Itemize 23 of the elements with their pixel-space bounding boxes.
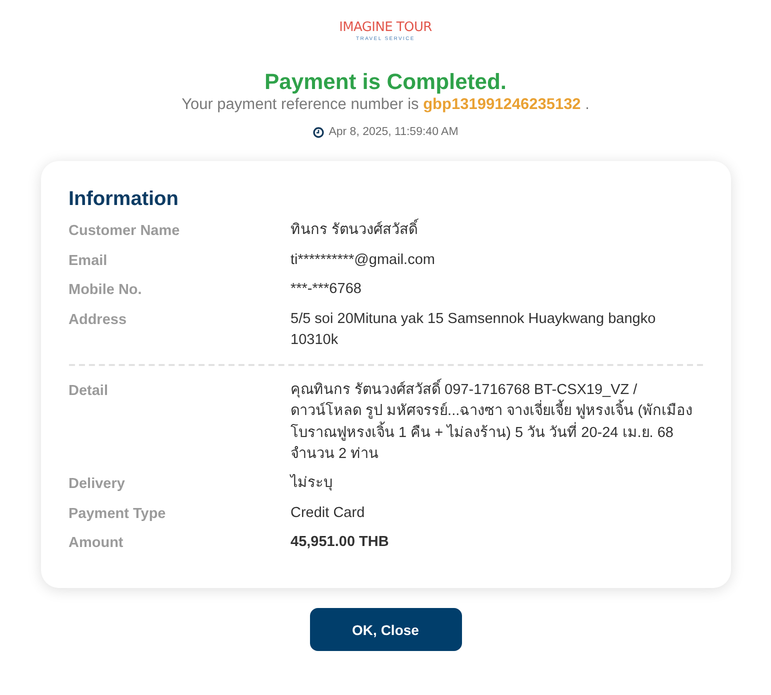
field-label: Email (68, 252, 108, 270)
ok-close-button[interactable]: OK, Close (310, 608, 462, 651)
field-value: คุณทินกร รัตนวงศ์สวัสดิ์ 097-1716768 BT-CSX19_VZ / ดาวน์โหลด รูป มหัศจรรย์...ฉางซา จางเจี่ยเจี้ย ฟูหรงเจิ้น (พักเมืองโบราณฟูหรงเจิ้น 1 คืน + ไม่ลงร้าน) 5 วัน วันที่ 20-24 เม.ย. 68 จำนวน 2 ท่าน (290, 380, 702, 466)
section-heading: Information (68, 187, 180, 211)
clock-icon (312, 126, 324, 138)
timestamp: Apr 8, 2025, 11:59:40 AM (328, 125, 458, 139)
field-label: Mobile No. (68, 281, 143, 300)
field-label: Payment Type (68, 504, 167, 524)
field-value: 5/5 soi 20Mituna yak 15 Samsennok Huaykwang bangko 10310k (290, 310, 657, 350)
reference-sentence: Your payment reference number is gbp131991246235132 . (182, 95, 590, 115)
page-title: Payment is Completed. (264, 69, 507, 95)
logo-wordmark: IMAGINE TOUR (339, 20, 432, 35)
field-value: ***-***6768 (290, 280, 362, 299)
field-label: Amount (68, 534, 124, 553)
field-value: 45,951.00 THB (290, 533, 390, 552)
field-label: Delivery (68, 475, 126, 494)
field-value: Credit Card (290, 504, 366, 522)
field-value: ไม่ระบุ (290, 473, 334, 493)
field-label: Address (68, 310, 128, 330)
field-label: Detail (68, 382, 109, 400)
field-value: ทินกร รัตนวงศ์สวัสดิ์ (290, 220, 702, 242)
field-label: Customer Name (68, 222, 181, 241)
field-value: ti**********@gmail.com (290, 250, 436, 270)
